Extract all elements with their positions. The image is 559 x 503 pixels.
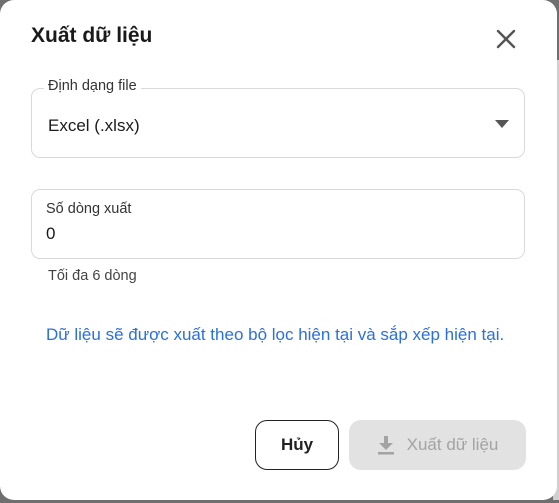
dialog-title: Xuất dữ liệu: [31, 24, 153, 47]
export-button-label: Xuất dữ liệu: [406, 435, 499, 454]
close-icon: [496, 29, 516, 49]
close-button[interactable]: [492, 25, 520, 53]
export-info-text: Dữ liệu sẽ được xuất theo bộ lọc hiện tạ…: [46, 325, 505, 344]
export-button[interactable]: Xuất dữ liệu: [349, 420, 526, 470]
cancel-button[interactable]: Hủy: [255, 420, 339, 470]
file-format-select[interactable]: Định dạng file Excel (.xlsx): [31, 78, 525, 158]
download-icon: [377, 436, 394, 455]
row-count-input[interactable]: [46, 224, 486, 244]
dropdown-arrow-icon: [495, 120, 509, 128]
file-format-label: Định dạng file: [44, 78, 141, 94]
row-count-label: Số dòng xuất: [46, 201, 132, 217]
row-count-helper-text: Tối đa 6 dòng: [48, 268, 137, 284]
export-dialog: Xuất dữ liệu Định dạng file Excel (.xlsx…: [0, 0, 557, 500]
cancel-button-label: Hủy: [280, 435, 314, 454]
row-count-field[interactable]: Số dòng xuất: [31, 189, 525, 259]
file-format-value: Excel (.xlsx): [48, 116, 140, 135]
